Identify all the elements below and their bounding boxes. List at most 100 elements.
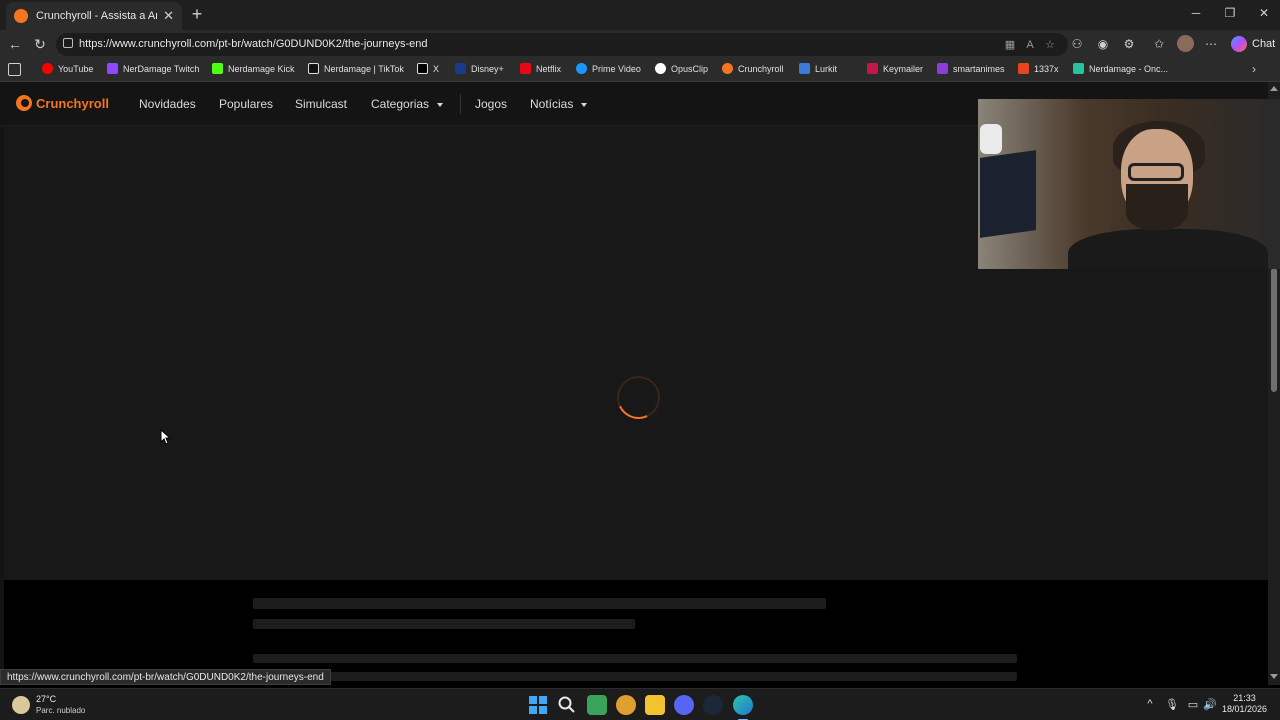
search-icon[interactable]	[557, 695, 577, 715]
extension-icon[interactable]: ⚇	[1069, 36, 1085, 52]
bookmark-nerdamage-onc[interactable]: Nerdamage - Onc...	[1073, 63, 1168, 74]
edge-icon[interactable]	[733, 695, 753, 720]
windows-taskbar: 27°C Parc. nublado ^ 🎙 ▭ 🔊 21:33 18/01/2…	[0, 688, 1280, 720]
network-icon[interactable]: ▭	[1186, 698, 1200, 711]
bookmark-nerdamage-twitch[interactable]: NerDamage Twitch	[107, 63, 199, 74]
favorite-star-icon[interactable]: ☆	[1044, 39, 1056, 51]
maximize-icon[interactable]: ❐	[1220, 6, 1240, 20]
browser-tab-crunchyroll[interactable]: Crunchyroll - Assista a Animes, Jog ✕	[6, 2, 182, 30]
bookmark-1337x[interactable]: 1337x	[1018, 63, 1059, 74]
close-window-icon[interactable]: ✕	[1254, 6, 1274, 20]
scrollbar-thumb[interactable]	[1271, 268, 1277, 392]
clock-time: 21:33	[1233, 693, 1256, 703]
copilot-icon	[1231, 36, 1247, 52]
crunchyroll-logo[interactable]: Crunchyroll	[16, 95, 109, 111]
nav-novidades[interactable]: Novidades	[139, 97, 196, 111]
site-info-icon[interactable]	[63, 38, 73, 48]
extensions-icon[interactable]: ⚙	[1121, 36, 1137, 52]
nav-simulcast[interactable]: Simulcast	[295, 97, 347, 111]
app-available-icon[interactable]: ▦	[1004, 39, 1016, 51]
bookmark-opusclip[interactable]: OpusClip	[655, 63, 708, 74]
bookmark-x[interactable]: X	[417, 63, 439, 74]
weather-temperature: 27°C	[36, 694, 57, 704]
new-tab-button[interactable]: +	[187, 5, 207, 25]
address-bar[interactable]: https://www.crunchyroll.com/pt-br/watch/…	[56, 33, 1068, 56]
steam-icon[interactable]	[703, 695, 723, 715]
bookmark-disney-plus[interactable]: Disney+	[455, 63, 504, 74]
nav-categorias[interactable]: Categorias	[371, 97, 444, 111]
skeleton-line	[253, 672, 1017, 681]
read-aloud-icon[interactable]: A	[1024, 39, 1036, 51]
file-explorer-icon[interactable]	[645, 695, 665, 715]
volume-icon[interactable]: 🔊	[1203, 698, 1217, 711]
chevron-down-icon	[437, 102, 444, 107]
bookmark-nerdamage-kick[interactable]: Nerdamage Kick	[212, 63, 295, 74]
twitch-icon	[107, 63, 118, 74]
discord-icon[interactable]	[674, 695, 694, 715]
microphone-icon[interactable]: 🎙	[1165, 698, 1179, 711]
clock-date: 18/01/2026	[1222, 704, 1268, 714]
minimize-icon[interactable]: ─	[1186, 6, 1206, 20]
close-tab-icon[interactable]: ✕	[163, 8, 174, 24]
trello-icon	[1073, 63, 1084, 74]
person-glasses-shape	[1128, 163, 1184, 181]
more-options-icon[interactable]: ⋯	[1203, 36, 1219, 52]
reading-list-icon[interactable]	[8, 63, 21, 76]
person-beard-shape	[1126, 184, 1188, 230]
bookmark-nerdamage-tiktok[interactable]: Nerdamage | TikTok	[308, 63, 404, 74]
keymailer-icon	[867, 63, 878, 74]
chevron-up-icon[interactable]: ^	[1143, 698, 1157, 710]
bookmark-crunchyroll[interactable]: Crunchyroll	[722, 63, 784, 74]
chevron-right-icon[interactable]: ›	[1252, 62, 1256, 76]
refresh-icon[interactable]: ↻	[31, 35, 49, 53]
bookmark-netflix[interactable]: Netflix	[520, 63, 561, 74]
weather-description: Parc. nublado	[36, 706, 86, 715]
skeleton-line	[253, 598, 826, 609]
nav-populares[interactable]: Populares	[219, 97, 273, 111]
youtube-icon	[42, 63, 53, 74]
chevron-down-icon	[581, 102, 588, 107]
prime-video-icon	[576, 63, 587, 74]
x-icon	[417, 63, 428, 74]
bookmark-lurkit[interactable]: Lurkit	[799, 63, 837, 74]
mouse-cursor-icon	[160, 428, 172, 445]
nav-divider	[460, 94, 461, 114]
opusclip-icon	[655, 63, 666, 74]
tiktok-icon	[308, 63, 319, 74]
tab-strip: Crunchyroll - Assista a Animes, Jog ✕ + …	[0, 0, 1280, 30]
start-icon[interactable]	[528, 695, 548, 715]
bookmark-smartanimes[interactable]: smartanimes	[937, 63, 1005, 74]
1337x-icon	[1018, 63, 1029, 74]
person-shirt-shape	[1068, 229, 1268, 269]
lamp-shape	[980, 124, 1002, 154]
disney-plus-icon	[455, 63, 466, 74]
app-icon[interactable]	[616, 695, 636, 715]
kick-icon	[212, 63, 223, 74]
webcam-overlay	[978, 99, 1280, 269]
scroll-down-icon[interactable]	[1270, 674, 1278, 679]
back-icon[interactable]: ←	[6, 35, 24, 53]
profile-avatar[interactable]	[1177, 35, 1194, 52]
bookmark-keymailer[interactable]: Keymailer	[867, 63, 923, 74]
address-url[interactable]: https://www.crunchyroll.com/pt-br/watch/…	[79, 38, 427, 50]
system-clock[interactable]: 21:33 18/01/2026	[1222, 693, 1267, 715]
crunchyroll-favicon-icon	[14, 9, 28, 23]
copilot-chat-button[interactable]: Chat	[1225, 33, 1280, 55]
weather-widget[interactable]: 27°C Parc. nublado	[12, 694, 85, 716]
scroll-up-icon[interactable]	[1270, 86, 1278, 91]
bookmarks-bar: YouTube NerDamage Twitch Nerdamage Kick …	[0, 58, 1280, 82]
nav-noticias[interactable]: Notícias	[530, 97, 588, 111]
link-status-bar: https://www.crunchyroll.com/pt-br/watch/…	[0, 669, 331, 685]
nav-jogos[interactable]: Jogos	[475, 97, 507, 111]
browser-toolbar: ← ↻ https://www.crunchyroll.com/pt-br/wa…	[0, 30, 1280, 58]
favorites-icon[interactable]: ✩	[1151, 36, 1167, 52]
brand-name: Crunchyroll	[36, 95, 109, 111]
bookmark-youtube[interactable]: YouTube	[42, 63, 93, 74]
bookmark-prime-video[interactable]: Prime Video	[576, 63, 641, 74]
app-icon[interactable]	[587, 695, 607, 715]
extension-icon[interactable]: ◉	[1095, 36, 1111, 52]
smartanimes-icon	[937, 63, 948, 74]
loading-spinner-icon	[610, 369, 667, 426]
skeleton-line	[253, 619, 635, 629]
weather-icon	[12, 696, 30, 714]
